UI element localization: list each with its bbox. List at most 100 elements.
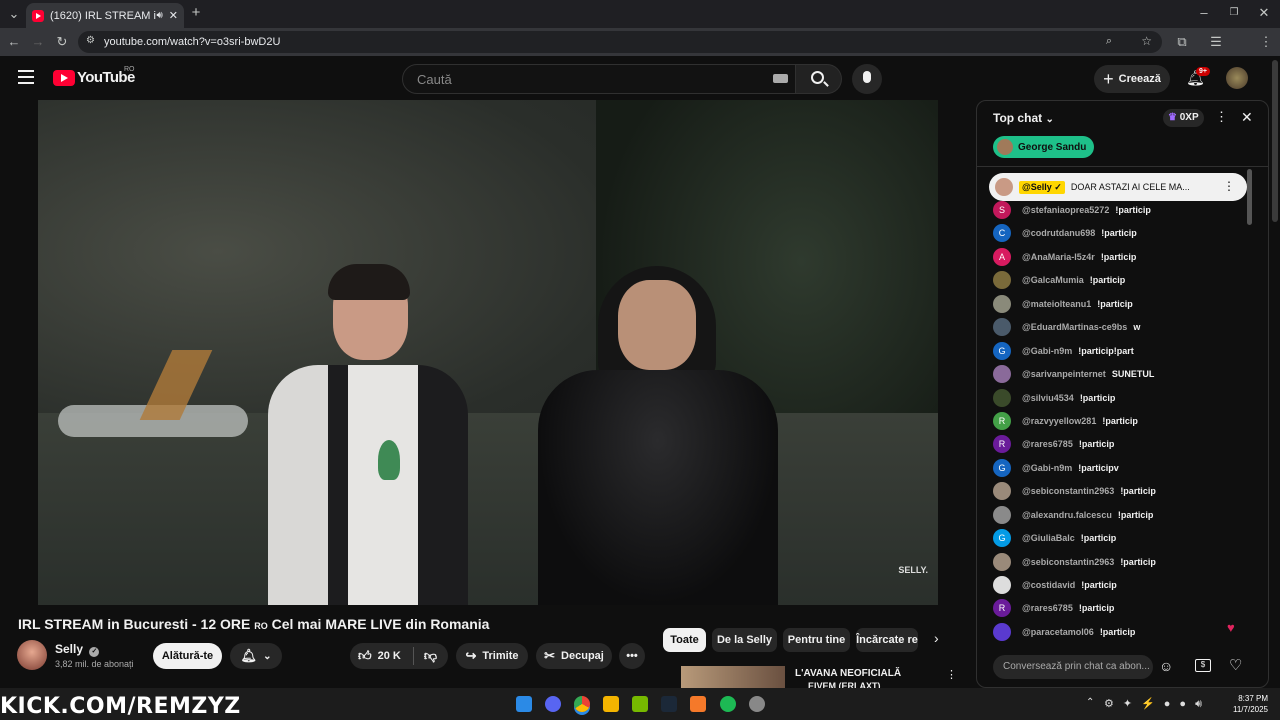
- ticker-chip[interactable]: George Sandu: [993, 136, 1095, 158]
- youtube-logo-icon[interactable]: [53, 70, 75, 86]
- chat-message[interactable]: C @codrutdanu698 !particip: [993, 224, 1137, 242]
- tray-chevron-icon[interactable]: ⌃: [1086, 697, 1094, 708]
- chat-author-name[interactable]: @alexandru.falcescu: [1022, 510, 1112, 520]
- reload-icon[interactable]: ↻: [54, 35, 70, 49]
- chat-author-avatar[interactable]: R: [993, 412, 1011, 430]
- tab-close-icon[interactable]: ✕: [169, 9, 178, 22]
- chat-message[interactable]: G @GiuliaBalc !particip: [993, 529, 1116, 547]
- chat-scrollbar[interactable]: [1247, 169, 1252, 225]
- new-tab-icon[interactable]: +: [188, 5, 204, 20]
- like-count[interactable]: 20 K: [378, 650, 401, 662]
- nvidia-icon[interactable]: [632, 696, 648, 712]
- chat-close-icon[interactable]: ✕: [1241, 109, 1253, 126]
- chat-author-name[interactable]: @GalcaMumia: [1022, 275, 1084, 285]
- chat-message[interactable]: @EduardMartinas-ce9bs w: [993, 318, 1140, 336]
- audio-icon[interactable]: 🔊︎: [156, 10, 162, 21]
- chat-author-name[interactable]: @GiuliaBalc: [1022, 533, 1075, 543]
- chrome-icon[interactable]: [574, 696, 590, 712]
- chat-message[interactable]: S @stefaniaoprea5272 !particip: [993, 201, 1151, 219]
- chat-author-avatar[interactable]: [993, 553, 1011, 571]
- recommended-thumbnail[interactable]: [681, 666, 785, 688]
- chat-message[interactable]: @mateiolteanu1 !particip: [993, 295, 1133, 313]
- super-chat-icon[interactable]: $: [1195, 659, 1211, 672]
- chat-message[interactable]: R @razvyyellow281 !particip: [993, 412, 1138, 430]
- chip-from-selly[interactable]: De la Selly: [712, 628, 777, 652]
- chat-author-name[interactable]: @AnaMaria-l5z4r: [1022, 252, 1095, 262]
- more-actions-button[interactable]: •••: [619, 643, 645, 669]
- clip-button[interactable]: ✂ Decupaj: [536, 643, 612, 669]
- address-bar[interactable]: ⚙ youtube.com/watch?v=o3sri-bwD2U ⌕ ☆: [78, 31, 1162, 53]
- chat-author-name[interactable]: @rares6785: [1022, 603, 1073, 613]
- chat-author-avatar[interactable]: G: [993, 459, 1011, 477]
- voice-search-button[interactable]: [852, 64, 882, 94]
- channel-name[interactable]: Selly ✓: [55, 642, 100, 657]
- video-player[interactable]: SELLY.: [38, 100, 938, 605]
- like-heart-icon[interactable]: ♡: [1229, 656, 1242, 674]
- chat-message[interactable]: G @Gabi-n9m !participv: [993, 459, 1119, 477]
- chat-author-name[interactable]: @EduardMartinas-ce9bs: [1022, 322, 1127, 332]
- chat-message[interactable]: R @rares6785 !particip: [993, 599, 1114, 617]
- steam-icon[interactable]: [661, 696, 677, 712]
- account-avatar[interactable]: [1226, 67, 1248, 89]
- chat-author-avatar[interactable]: [993, 576, 1011, 594]
- chat-menu-icon[interactable]: ⋮: [1215, 109, 1228, 125]
- chat-author-name[interactable]: @costidavid: [1022, 580, 1075, 590]
- chat-author-name[interactable]: @Gabi-n9m: [1022, 346, 1072, 356]
- chat-author-avatar[interactable]: [993, 318, 1011, 336]
- media-icon[interactable]: ☰: [1208, 35, 1224, 49]
- join-button[interactable]: Alătură-te: [153, 643, 222, 669]
- pinned-menu-icon[interactable]: ⋮: [1223, 179, 1235, 193]
- xp-badge[interactable]: ♛ 0XP: [1163, 109, 1204, 127]
- browser-tab[interactable]: (1620) IRL STREAM in Bucu 🔊︎ ✕: [26, 3, 184, 28]
- system-tray-icons[interactable]: ⚙✦⚡●●🔊︎: [1104, 697, 1211, 711]
- forward-icon[interactable]: →: [30, 35, 46, 49]
- search-input[interactable]: Caută: [402, 64, 796, 94]
- chat-author-avatar[interactable]: A: [993, 248, 1011, 266]
- emoji-icon[interactable]: ☺: [1159, 658, 1173, 674]
- file-explorer-icon[interactable]: [603, 696, 619, 712]
- chat-author-avatar[interactable]: [993, 389, 1011, 407]
- chat-mode-selector[interactable]: Top chat ⌄: [993, 111, 1054, 125]
- chat-message[interactable]: @costidavid !particip: [993, 576, 1117, 594]
- chat-author-name[interactable]: @codrutdanu698: [1022, 228, 1095, 238]
- chip-for-you[interactable]: Pentru tine: [783, 628, 850, 652]
- chip-uploaded[interactable]: Încărcate re: [856, 628, 918, 652]
- chip-all[interactable]: Toate: [663, 628, 706, 652]
- pinned-message[interactable]: @Selly ✓ DOAR ASTAZI AI CELE MA... ⋮: [989, 173, 1247, 201]
- search-button[interactable]: [796, 64, 842, 94]
- tab-search-icon[interactable]: ⌄: [6, 7, 22, 21]
- chat-author-avatar[interactable]: C: [993, 224, 1011, 242]
- chat-message[interactable]: @sebiconstantin2963 !particip: [993, 553, 1156, 571]
- chat-message[interactable]: A @AnaMaria-l5z4r !particip: [993, 248, 1136, 266]
- chat-author-name[interactable]: @mateiolteanu1: [1022, 299, 1091, 309]
- discord-icon[interactable]: [545, 696, 561, 712]
- chat-author-name[interactable]: @Gabi-n9m: [1022, 463, 1072, 473]
- chips-next-icon[interactable]: ›: [934, 630, 939, 646]
- chat-message[interactable]: @GalcaMumia !particip: [993, 271, 1125, 289]
- chat-author-avatar[interactable]: [993, 482, 1011, 500]
- minimize-icon[interactable]: –: [1196, 6, 1212, 20]
- chat-author-avatar[interactable]: G: [993, 342, 1011, 360]
- obs-icon[interactable]: [749, 696, 765, 712]
- chat-author-name[interactable]: @stefaniaoprea5272: [1022, 205, 1109, 215]
- chat-message[interactable]: @silviu4534 !particip: [993, 389, 1115, 407]
- site-info-icon[interactable]: ⚙: [86, 35, 95, 46]
- keyboard-icon[interactable]: [773, 74, 788, 83]
- chat-message[interactable]: @paracetamol06 !particip: [993, 623, 1135, 641]
- chat-author-avatar[interactable]: R: [993, 435, 1011, 453]
- chat-author-name[interactable]: @sebiconstantin2963: [1022, 486, 1114, 496]
- recommended-menu-icon[interactable]: ⋮: [946, 668, 957, 681]
- back-icon[interactable]: ←: [6, 35, 22, 49]
- bookmark-star-icon[interactable]: ☆: [1141, 34, 1152, 48]
- chat-message[interactable]: @sebiconstantin2963 !particip: [993, 482, 1156, 500]
- chat-author-avatar[interactable]: [993, 365, 1011, 383]
- chat-message[interactable]: @alexandru.falcescu !particip: [993, 506, 1153, 524]
- subscribe-bell-button[interactable]: 🔔︎ ⌄: [230, 643, 282, 669]
- app-icon-a[interactable]: [690, 696, 706, 712]
- channel-avatar[interactable]: [17, 640, 47, 670]
- create-button[interactable]: + Creează: [1094, 65, 1170, 93]
- page-scrollbar[interactable]: [1272, 60, 1278, 222]
- chat-author-avatar[interactable]: R: [993, 599, 1011, 617]
- chat-author-avatar[interactable]: [993, 271, 1011, 289]
- menu-hamburger-icon[interactable]: [18, 70, 34, 84]
